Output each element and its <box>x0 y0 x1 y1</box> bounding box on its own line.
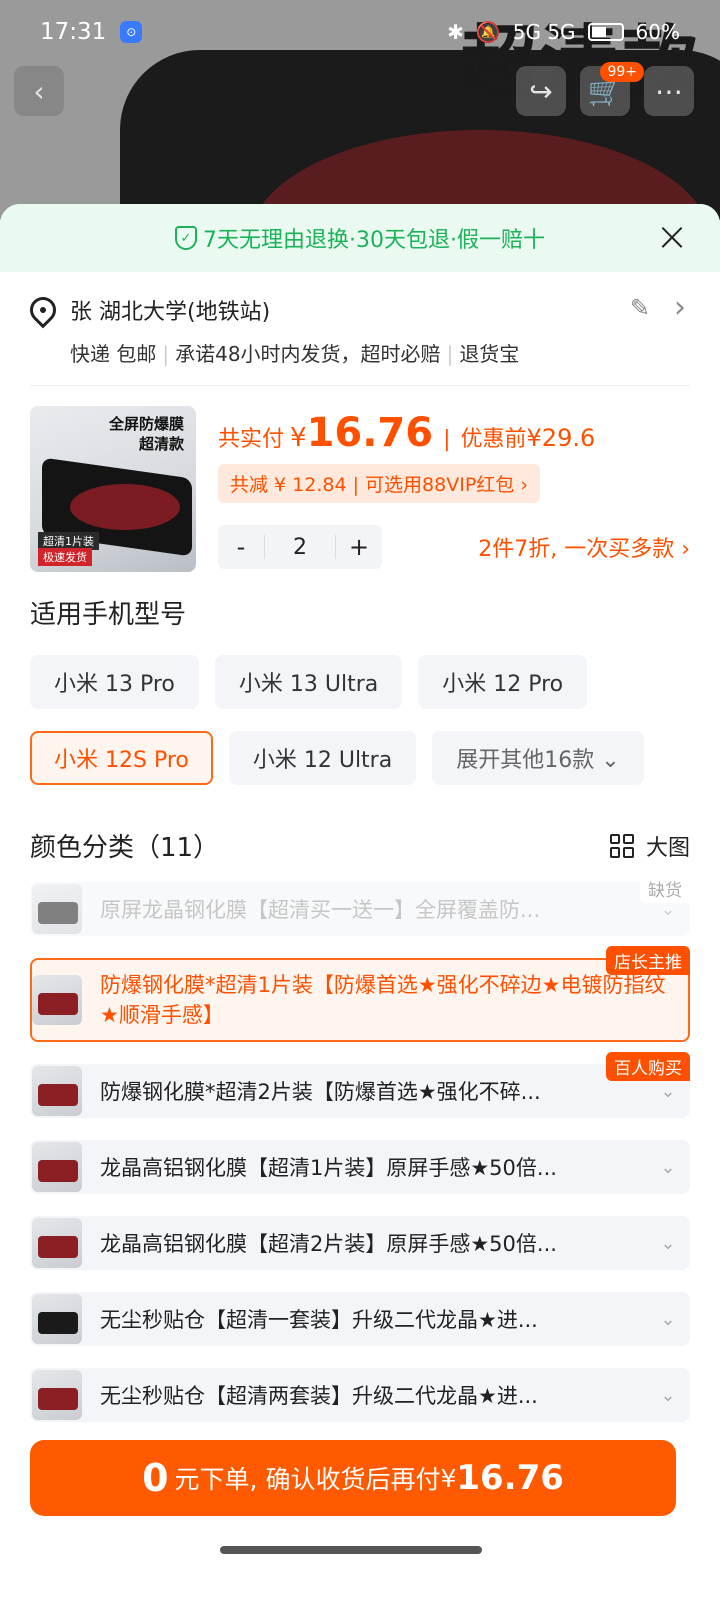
address-section[interactable]: 张 湖北大学(地铁站) ✎ › 快递 包邮 | 承诺48小时内发货，超时必赔 | 退货宝 <box>0 272 720 385</box>
option-label: 龙晶高铝钢化膜【超清2片装】原屏手感★50倍... <box>100 1232 557 1256</box>
color-option-disabled: 原屏龙晶钢化膜【超清买一送一】全屏覆盖防... ⌄ 缺货 <box>30 874 690 936</box>
share-button[interactable]: ↪ <box>516 66 566 116</box>
model-section-title: 适用手机型号 <box>30 600 187 630</box>
pay-label: 共实付 <box>218 427 285 452</box>
product-summary: 全屏防爆膜 超清款 超清1片装 极速发货 共实付 ¥ 16.76 | 优惠前 ¥2… <box>0 386 720 576</box>
chevron-right-icon[interactable]: › <box>674 290 686 325</box>
close-button[interactable]: × <box>652 217 692 258</box>
color-options: 原屏龙晶钢化膜【超清买一送一】全屏覆盖防... ⌄ 缺货 防爆钢化膜*超清1片装… <box>0 864 720 1422</box>
battery-icon <box>587 23 624 41</box>
shield-check-icon: ✓ <box>175 226 197 250</box>
increase-button[interactable]: + <box>336 525 382 569</box>
chevron-left-icon: ‹ <box>33 74 45 108</box>
back-button[interactable]: ‹ <box>14 66 64 116</box>
return-insurance: 退货宝 <box>459 342 520 366</box>
address-text: 张 湖北大学(地铁站) <box>70 300 271 325</box>
option-label: 无尘秒贴仓【超清两套装】升级二代龙晶★进... <box>100 1384 538 1408</box>
final-price: 16.76 <box>306 410 434 456</box>
option-label: 防爆钢化膜*超清2片装【防爆首选★强化不碎... <box>100 1080 541 1104</box>
popular-badge: 百人购买 <box>606 1052 690 1081</box>
place-order-button[interactable]: 0 元下单, 确认收货后再付 ¥ 16.76 <box>30 1440 676 1516</box>
chevron-down-icon[interactable]: ⌄ <box>648 1385 688 1406</box>
price-separator: | <box>443 427 451 452</box>
option-thumbnail <box>32 1370 82 1420</box>
quantity-stepper: - 2 + <box>218 525 382 569</box>
color-option[interactable]: 龙晶高铝钢化膜【超清1片装】原屏手感★50倍... ⌄ <box>30 1140 690 1194</box>
cart-count-badge: 99+ <box>600 62 644 82</box>
big-image-label: 大图 <box>645 835 690 861</box>
sku-selection-sheet: ✓ 7天无理由退换·30天包退·假一赔十 × 张 湖北大学(地铁站) ✎ › 快… <box>0 204 720 1600</box>
color-option-selected[interactable]: 防爆钢化膜*超清1片装【防爆首选★强化不碎边★电镀防指纹★顺滑手感】 店长主推 <box>30 946 690 1042</box>
cart-button[interactable]: 🛒 99+ <box>580 62 644 116</box>
chevron-down-icon[interactable]: ⌄ <box>648 1233 688 1254</box>
thumb-tag-ship: 极速发货 <box>38 548 92 566</box>
color-option[interactable]: 防爆钢化膜*超清2片装【防爆首选★强化不碎... ⌄ 百人购买 <box>30 1052 690 1118</box>
option-thumbnail <box>32 1142 82 1192</box>
original-price: ¥29.6 <box>526 424 596 452</box>
product-thumbnail[interactable]: 全屏防爆膜 超清款 超清1片装 极速发货 <box>30 406 196 572</box>
color-section-header: 颜色分类（11） 大图 <box>0 827 720 864</box>
decrease-button[interactable]: - <box>218 525 264 569</box>
share-icon: ↪ <box>529 74 553 108</box>
thumb-title-line2: 超清款 <box>138 435 184 453</box>
color-option[interactable]: 无尘秒贴仓【超清一套装】升级二代龙晶★进... ⌄ <box>30 1292 690 1346</box>
notification-app-icon: ⊙ <box>120 21 143 43</box>
thumb-title-line1: 全屏防爆膜 <box>108 415 184 433</box>
out-of-stock-badge: 缺货 <box>640 874 690 903</box>
model-option[interactable]: 小米 12 Pro <box>418 655 588 709</box>
signal-icon: 5G 5G <box>512 20 576 44</box>
model-option[interactable]: 小米 13 Pro <box>30 655 199 709</box>
thumb-title: 全屏防爆膜超清款 <box>109 414 184 454</box>
shipping-info: 快递 包邮 | 承诺48小时内发货，超时必赔 | 退货宝 <box>70 342 520 366</box>
bluetooth-icon: ✱ <box>447 20 464 44</box>
shipping-method: 快递 包邮 <box>70 342 157 366</box>
cta-price: 16.76 <box>456 1458 564 1498</box>
option-thumbnail <box>32 975 82 1025</box>
option-thumbnail <box>32 884 82 934</box>
guarantee-text: 7天无理由退换·30天包退·假一赔十 <box>203 228 545 253</box>
cta-zero: 0 <box>142 1456 169 1500</box>
cta-yen: ¥ <box>440 1463 457 1493</box>
mute-icon: 🔕 <box>475 20 501 44</box>
big-image-toggle[interactable]: 大图 <box>609 830 690 862</box>
location-pin-icon <box>24 291 62 329</box>
option-thumbnail <box>32 1218 82 1268</box>
status-time: 17:31 <box>40 19 107 45</box>
recommended-badge: 店长主推 <box>606 946 690 975</box>
thumb-phone-red <box>70 484 180 530</box>
model-options: 小米 13 Pro 小米 13 Ultra 小米 12 Pro 小米 12S P… <box>0 631 720 785</box>
more-button[interactable]: ⋯ <box>644 66 694 116</box>
color-section-title: 颜色分类（11） <box>30 833 220 863</box>
option-label: 龙晶高铝钢化膜【超清1片装】原屏手感★50倍... <box>100 1156 557 1180</box>
guarantee-banner: ✓ 7天无理由退换·30天包退·假一赔十 × <box>0 204 720 272</box>
model-option[interactable]: 小米 12 Ultra <box>228 731 417 785</box>
option-thumbnail <box>32 1066 82 1116</box>
chevron-down-icon[interactable]: ⌄ <box>648 1157 688 1178</box>
model-option[interactable]: 小米 13 Ultra <box>214 655 403 709</box>
multi-buy-promo[interactable]: 2件7折, 一次买多款 › <box>478 531 690 563</box>
model-option-selected[interactable]: 小米 12S Pro <box>30 731 213 785</box>
chevron-down-icon[interactable]: ⌄ <box>648 1081 688 1102</box>
quantity-value[interactable]: 2 <box>264 535 336 560</box>
color-option[interactable]: 无尘秒贴仓【超清两套装】升级二代龙晶★进... ⌄ <box>30 1368 690 1422</box>
savings-badge[interactable]: 共减 ¥ 12.84 | 可选用88VIP红包 › <box>218 464 540 503</box>
shipping-promise: 承诺48小时内发货，超时必赔 <box>175 342 441 366</box>
cta-text: 元下单, 确认收货后再付 <box>174 1465 441 1494</box>
color-option[interactable]: 龙晶高铝钢化膜【超清2片装】原屏手感★50倍... ⌄ <box>30 1216 690 1270</box>
home-indicator[interactable] <box>220 1546 482 1554</box>
battery-level: 60% <box>635 20 680 44</box>
grid-icon <box>609 833 634 858</box>
status-bar: 17:31 ⊙ ✱ 🔕 5G 5G 60% <box>0 0 720 64</box>
original-price-label: 优惠前 <box>460 427 527 452</box>
yen-symbol: ¥ <box>290 423 307 453</box>
price-line: 共实付 ¥ 16.76 | 优惠前 ¥29.6 <box>218 410 690 456</box>
option-thumbnail <box>32 1294 82 1344</box>
edit-icon[interactable]: ✎ <box>630 294 650 322</box>
expand-models-button[interactable]: 展开其他16款 ⌄ <box>432 731 644 785</box>
more-icon: ⋯ <box>655 74 683 108</box>
option-label: 原屏龙晶钢化膜【超清买一送一】全屏覆盖防... <box>100 898 541 922</box>
option-label: 防爆钢化膜*超清1片装【防爆首选★强化不碎边★电镀防指纹★顺滑手感】 <box>100 973 666 1027</box>
option-label: 无尘秒贴仓【超清一套装】升级二代龙晶★进... <box>100 1308 538 1332</box>
chevron-down-icon[interactable]: ⌄ <box>648 1309 688 1330</box>
